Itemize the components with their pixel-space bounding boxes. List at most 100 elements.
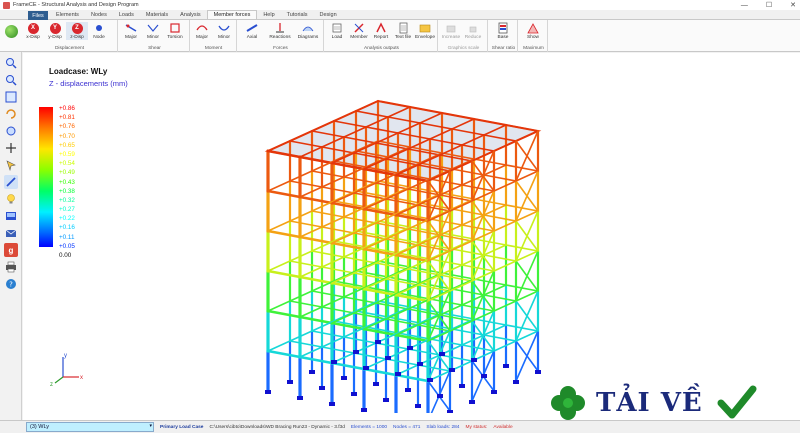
shear-minor-button[interactable]: Minor — [142, 22, 164, 40]
torsion-button[interactable]: Torsion — [164, 22, 186, 40]
rotate-icon[interactable] — [4, 107, 18, 121]
frame-member — [298, 355, 334, 365]
menu-tab-member-forces[interactable]: Member forces — [206, 10, 258, 19]
slab-loads-count: Slab loads: 284 — [426, 424, 460, 430]
files-menu[interactable]: Files — [28, 11, 48, 20]
footing — [331, 360, 337, 364]
view-icon[interactable] — [4, 124, 18, 138]
envelope-button[interactable]: Envelope — [414, 22, 436, 40]
show-maximum-button[interactable]: Show — [520, 22, 546, 40]
menu-tab-tutorials[interactable]: Tutorials — [281, 10, 314, 19]
y-disp-button[interactable]: Y y-Disp — [44, 22, 66, 40]
report-button[interactable]: Report — [370, 22, 392, 40]
menu-tab-help[interactable]: Help — [257, 10, 280, 19]
minimize-button[interactable]: — — [741, 2, 748, 9]
frame-member — [515, 140, 539, 172]
axial-icon — [246, 24, 258, 32]
moment-minor-button[interactable]: Minor — [213, 22, 235, 40]
frame-member — [483, 254, 517, 262]
reduce-button[interactable]: Reduce — [462, 22, 484, 40]
menu-tab-nodes[interactable]: Nodes — [85, 10, 113, 19]
maximize-button[interactable]: ☐ — [766, 1, 772, 9]
model-viewport[interactable]: Loadcase: WLy Z - displacements (mm) +0.… — [23, 53, 800, 420]
pan-icon[interactable] — [4, 141, 18, 155]
footing — [503, 364, 509, 368]
frame-member — [298, 315, 334, 325]
frame-member — [266, 229, 302, 239]
light-icon[interactable] — [4, 192, 18, 206]
print-icon[interactable] — [4, 260, 18, 274]
footing — [471, 358, 477, 362]
footing — [469, 400, 475, 404]
ribbon-group-moment: Major Minor Moment — [191, 20, 237, 52]
help-icon[interactable]: ? — [4, 277, 18, 291]
z-disp-icon: Z — [71, 22, 83, 34]
increase-button[interactable]: Increase — [440, 22, 462, 40]
frame-member — [343, 296, 377, 304]
axes-triad: y x z — [50, 353, 83, 387]
frame-member — [298, 195, 334, 205]
footing — [383, 398, 389, 402]
select-icon[interactable] — [4, 158, 18, 172]
primary-load-case-label: Primary Load Case — [160, 424, 204, 430]
z-disp-button[interactable]: Z z-Disp — [66, 22, 88, 40]
frame-member — [343, 336, 377, 344]
moment-major-button[interactable]: Major — [191, 22, 213, 40]
menu-tab-materials[interactable]: Materials — [140, 10, 174, 19]
close-button[interactable]: ✕ — [790, 1, 796, 9]
text-file-button[interactable]: Text file — [392, 22, 414, 40]
axial-button[interactable]: Axial — [238, 22, 266, 40]
render-icon[interactable] — [4, 209, 18, 223]
footing — [405, 388, 411, 392]
frame-member — [289, 260, 323, 268]
google-icon[interactable]: g — [4, 243, 18, 257]
legend-value: +0.65 — [59, 141, 75, 149]
node-button[interactable]: Node — [88, 22, 110, 40]
email-icon[interactable] — [4, 226, 18, 240]
footing — [351, 392, 357, 396]
footing — [459, 384, 465, 388]
menu-tab-elements[interactable]: Elements — [50, 10, 85, 19]
legend-labels: +0.86 +0.81 +0.76 +0.70 +0.65 +0.59 +0.54 +0.49… — [59, 104, 75, 260]
frame-member — [343, 216, 377, 224]
frame-member — [266, 349, 302, 359]
frame-member — [311, 290, 345, 298]
zoom-extents-icon[interactable] — [4, 90, 18, 104]
legend-value: +0.70 — [59, 132, 75, 140]
frame-member — [289, 300, 323, 308]
shear-minor-icon — [147, 24, 159, 32]
reactions-button[interactable]: Reactions — [266, 22, 294, 40]
draw-member-icon[interactable] — [4, 175, 18, 189]
frame-member — [515, 180, 539, 212]
node-icon — [96, 25, 102, 31]
shear-major-button[interactable]: Major — [120, 22, 142, 40]
footing — [427, 378, 433, 382]
app-logo-icon — [3, 1, 10, 9]
frame-member — [343, 256, 377, 264]
zoom-in-icon[interactable] — [4, 56, 18, 70]
footing — [447, 410, 453, 413]
footing — [353, 350, 359, 354]
zoom-out-icon[interactable] — [4, 73, 18, 87]
footing — [309, 370, 315, 374]
loadcase-select[interactable]: (3) WLy ▾ — [26, 422, 154, 432]
shear-major-icon — [125, 24, 137, 32]
frame-member — [266, 189, 302, 199]
frame-member — [321, 306, 355, 314]
ribbon-group-graphics-scale: Increase Reduce Graphics scale — [440, 20, 488, 52]
footing — [363, 366, 369, 370]
base-button[interactable]: Base — [490, 22, 516, 40]
menu-tab-design[interactable]: Design — [314, 10, 343, 19]
menu-tab-analysis[interactable]: Analysis — [174, 10, 206, 19]
frame-member — [343, 176, 377, 184]
menu-tab-loads[interactable]: Loads — [113, 10, 140, 19]
member-button[interactable]: Member — [348, 22, 370, 40]
frame-member — [311, 210, 345, 218]
x-disp-button[interactable]: X x-Disp — [22, 22, 44, 40]
app-home-icon[interactable] — [5, 25, 18, 38]
load-icon — [332, 23, 342, 33]
frame-member — [311, 250, 345, 258]
load-button[interactable]: Load — [326, 22, 348, 40]
moment-major-icon — [196, 25, 208, 31]
diagrams-button[interactable]: Diagrams — [294, 22, 322, 40]
